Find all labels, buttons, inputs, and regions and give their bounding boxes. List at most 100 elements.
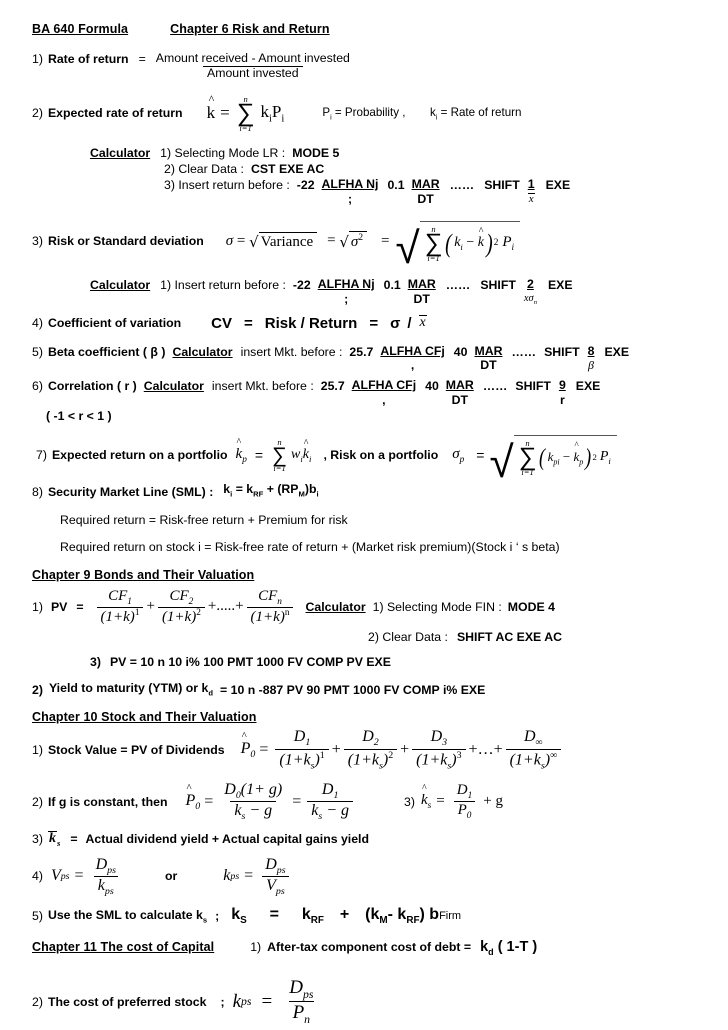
item6-k1-sub: ,: [382, 392, 386, 407]
ch6-item6: 6) Correlation ( r ) Calculator insert M…: [32, 378, 700, 408]
calc2-k1-sub: ;: [344, 291, 349, 306]
item5-exe: EXE: [604, 344, 630, 359]
item8-label: Security Market Line (SML) :: [47, 484, 214, 499]
legend-p-sub: i: [330, 111, 332, 121]
item5-num-sub: β: [588, 358, 595, 373]
item5-shift: SHIFT: [544, 344, 580, 359]
ch11-item2: 2) The cost of preferred stock ; k ps = D…: [32, 977, 700, 1026]
calc2-v2: 0.1: [383, 278, 401, 293]
ch11-item2-semicolon: ;: [220, 994, 225, 1009]
item7-summation2: n ∑ i=1: [518, 437, 537, 477]
item4-label: Coefficient of variation: [47, 316, 182, 331]
ch9-calc-line1: 1) Selecting Mode FIN :: [372, 599, 502, 614]
ch9-calc-line3: PV = 10 n 10 i% 100 PMT 1000 FV COMP PV …: [109, 654, 391, 669]
item1-numerator: Amount received - Amount invested: [155, 51, 350, 65]
item2-number: 2): [32, 106, 43, 121]
calc2-line1: 1) Insert return before :: [160, 278, 286, 293]
ch10-item3r-frac: D1 P0: [453, 782, 477, 822]
item3-f1: σ = √ Variance: [225, 231, 318, 251]
item6-num-sub: r: [559, 392, 565, 407]
item7-khat-p: ^ kp: [235, 436, 247, 465]
calc1-line2-keys: CST EXE AC: [250, 162, 325, 177]
ch10-item1-label: Stock Value = PV of Dividends: [47, 742, 225, 757]
item4-cv: CV: [211, 314, 233, 332]
item6-key2-group: MAR DT: [446, 378, 474, 408]
item8-number: 8): [32, 484, 43, 499]
item2-sum-bottom: i=1: [239, 122, 252, 133]
item2-formula: ^ k = n ∑ i=1 kiPi: [206, 92, 285, 133]
item4-eq1: =: [244, 314, 253, 332]
item7-paren-group: ( kpi − ^ kp ) 2: [539, 439, 597, 471]
item3-khat: k: [477, 234, 484, 250]
ch10-item3-kbar: ks: [47, 830, 61, 848]
ch10-item5: 5) Use the SML to calculate ks ; kS = kR…: [32, 906, 700, 926]
ch10-item1-number: 1): [32, 742, 43, 757]
ch10-item4-formula-left: Vps = Dps kps: [51, 856, 123, 898]
calc2-v1: -22: [292, 278, 311, 293]
item2-eq: =: [220, 103, 230, 123]
item3-power: 2: [493, 238, 499, 249]
calc2-k1: ALFHA Nj: [317, 277, 375, 292]
calc1-k2-sub: DT: [417, 191, 434, 206]
item6-dots: ……: [482, 379, 508, 394]
item3-radical-sigma2: √ σ2: [339, 231, 367, 251]
ch9-item2-formula: = 10 n -887 PV 90 PMT 1000 FV COMP i% EX…: [220, 683, 486, 698]
item6-insert: insert Mkt. before :: [211, 379, 314, 394]
ch6-calculator-2: Calculator 1) Insert return before : -22…: [32, 277, 700, 307]
calc1-num-sub: x: [527, 192, 535, 205]
calc1-num: 1: [527, 177, 535, 192]
item7-sum-bottom: i=1: [273, 463, 286, 474]
item8-formula: ki = kRF + (RPM)bi: [223, 482, 319, 499]
item6-label: Correlation ( r ): [47, 379, 137, 394]
ch10-item4-frac-right: Dps Vps: [261, 856, 289, 898]
formula-sheet-page: BA 640 Formula Chapter 6 Risk and Return…: [0, 0, 728, 1030]
item6-k1: ALFHA CFj: [351, 378, 417, 393]
ch11-row: Chapter 11 The cost of Capital 1) After-…: [32, 939, 700, 957]
item3-label: Risk or Standard deviation: [47, 234, 204, 249]
item7-number: 7): [36, 448, 47, 463]
item6-key1-group: ALFHA CFj ,: [351, 378, 417, 408]
item1-number: 1): [32, 52, 43, 66]
item5-label: Beta coefficient ( β ): [47, 344, 166, 359]
calc2-num-group: 2 xσn: [524, 277, 537, 306]
item7-sigma-p: σp: [452, 445, 465, 465]
ch9-calc-line2: 2) Clear Data :: [368, 629, 448, 644]
ch6-item8: 8) Security Market Line (SML) : ki = kRF…: [32, 482, 700, 498]
ch6-calculator-1: Calculator 1) Selecting Mode LR : MODE 5…: [32, 146, 700, 207]
item5-num-group: 8 β: [588, 344, 595, 373]
item3-sigma: σ: [225, 232, 234, 249]
calc1-v2: 0.1: [387, 178, 405, 193]
item3-P: P: [502, 233, 512, 250]
ch9-item2: 2) Yield to maturity (YTM) or kd = 10 n …: [32, 681, 700, 697]
ch10-item5-number: 5): [32, 909, 43, 924]
ch9-heading-row: Chapter 9 Bonds and Their Valuation: [32, 568, 700, 582]
item2-legend: Pi = Probability , ki = Rate of return: [322, 106, 521, 121]
ch10-item3: 3) ks = Actual dividend yield + Actual c…: [32, 830, 700, 848]
item1-denominator: Amount invested: [203, 65, 303, 81]
document-header: BA 640 Formula Chapter 6 Risk and Return: [32, 22, 700, 36]
legend-p: P: [322, 105, 331, 119]
item3-eq2: =: [327, 232, 336, 249]
ch10-item4-formula-right: k ps = Dps Vps: [223, 856, 292, 898]
ch9-plus-1: +: [146, 598, 155, 615]
calc2-shift: SHIFT: [480, 278, 516, 293]
calc1-k2: MAR: [411, 177, 440, 192]
item6-exe: EXE: [575, 379, 601, 394]
ch9-frac-2: CF2 (1+k)2: [157, 588, 205, 626]
ch10-item4-number: 4): [32, 869, 43, 884]
item1-label: Rate of return: [47, 52, 129, 66]
item6-range: ( -1 < r < 1 ): [46, 408, 112, 423]
ch9-item1-label: PV: [50, 599, 68, 614]
ch10-item3-number: 3): [32, 832, 43, 847]
item4-number: 4): [32, 316, 43, 331]
item7-eq: =: [254, 447, 264, 464]
ch6-note-2: Required return on stock i = Risk-free r…: [32, 540, 700, 554]
item2-label: Expected rate of return: [47, 106, 183, 121]
item3-P-sub: i: [511, 242, 515, 253]
note1-text: Required return = Risk-free return + Pre…: [60, 512, 348, 527]
item2-k: k: [260, 102, 269, 122]
calc2-key1-group: ALFHA Nj ;: [317, 277, 375, 307]
chapter-9-heading: Chapter 9 Bonds and Their Valuation: [32, 567, 255, 582]
calc1-k1: ALFHA Nj: [321, 177, 379, 192]
ch11-item1-label: After-tax component cost of debt =: [267, 940, 472, 955]
